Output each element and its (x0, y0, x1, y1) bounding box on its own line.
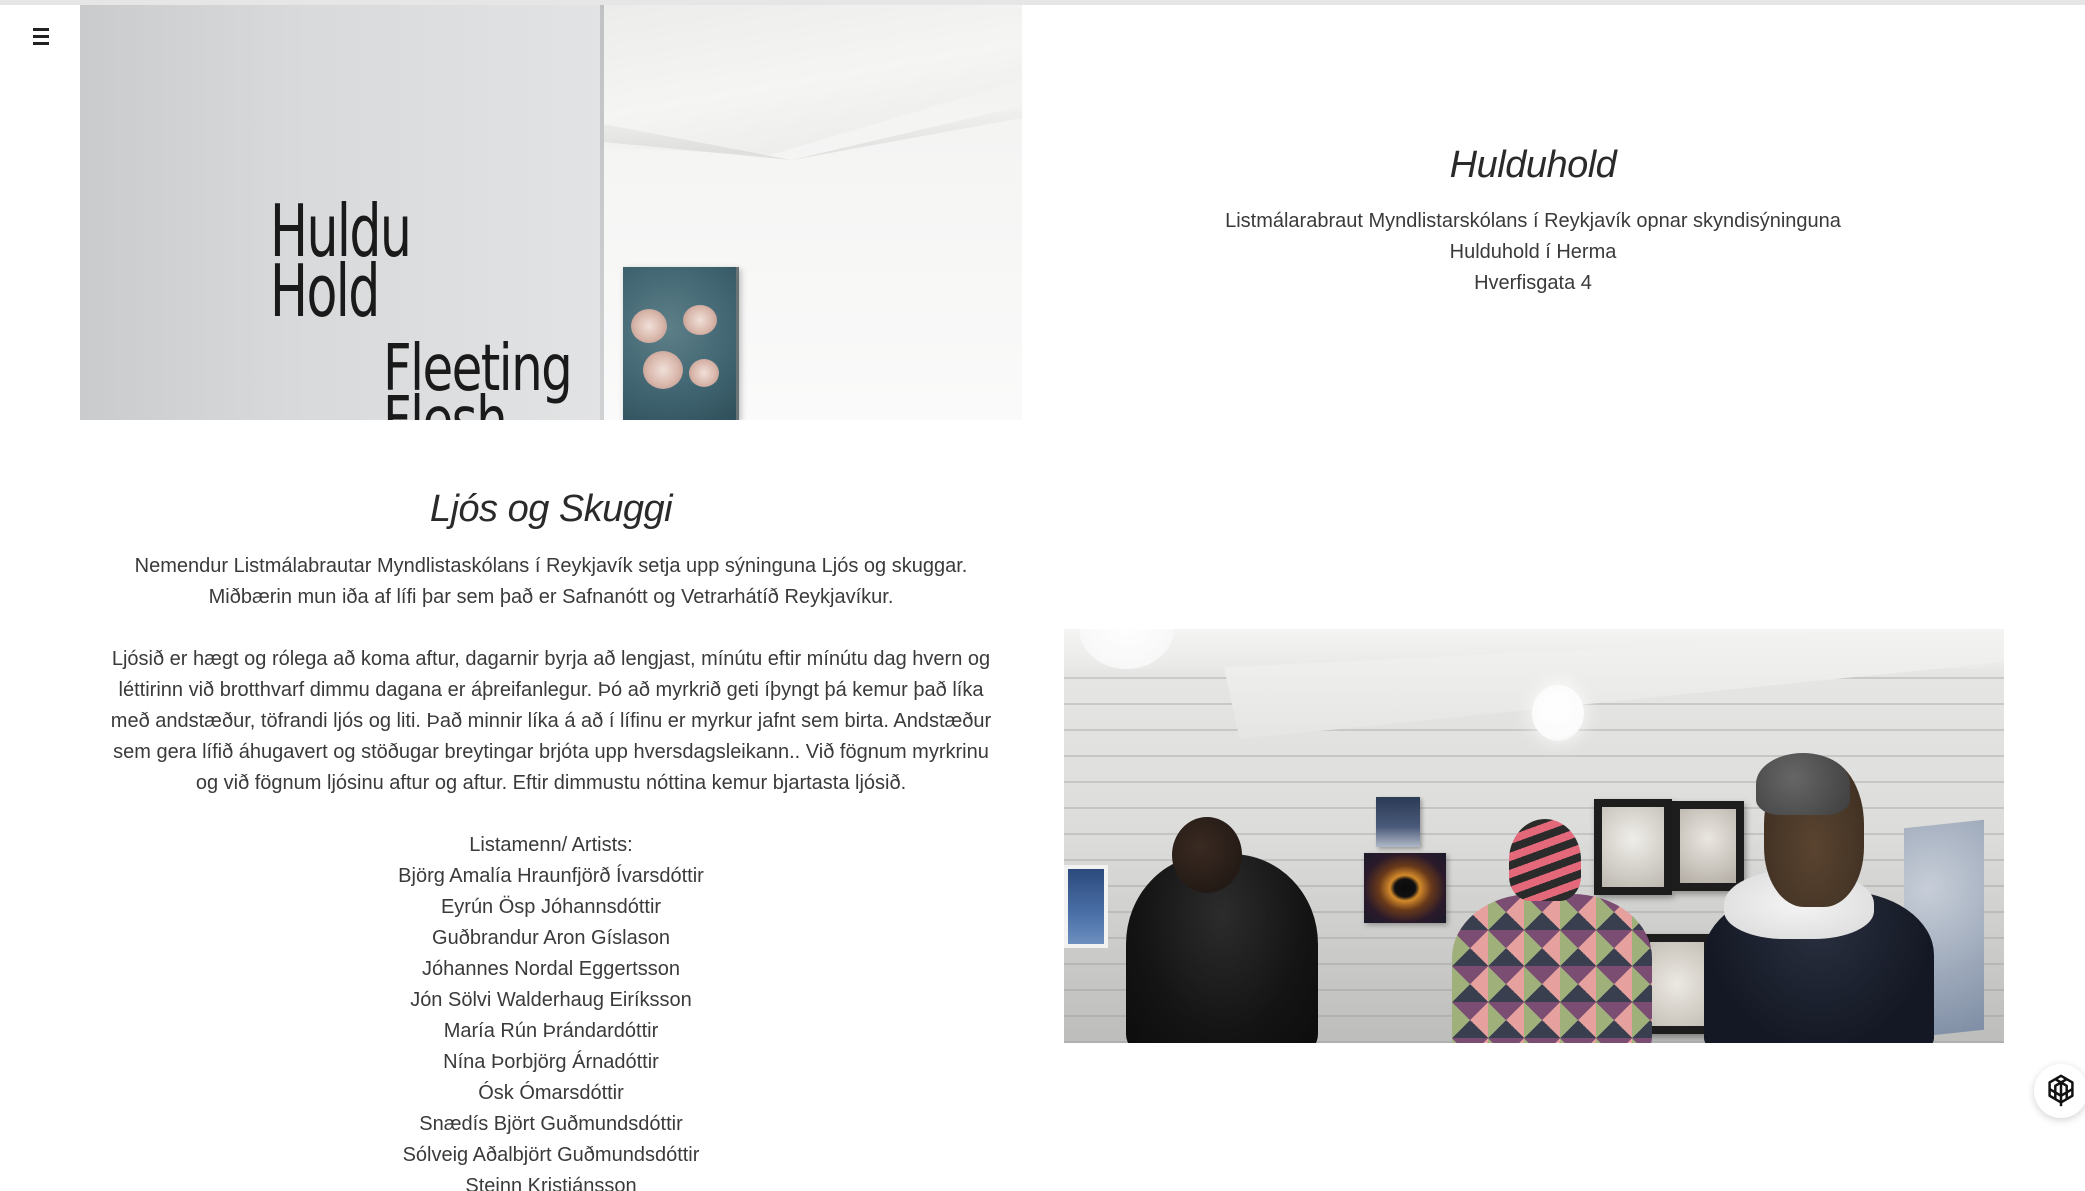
body-line: léttirinn við brotthvarf dimmu dagana er… (118, 679, 984, 701)
wall-title-text: Huldu Hold (270, 195, 412, 327)
page: Huldu Hold Fleeting Flesh Hulduhold List… (0, 0, 2085, 1191)
artist-name: Jóhannes Nordal Eggertsson (422, 958, 680, 980)
photo-visitor-head (1172, 817, 1242, 893)
photo-artwork (1364, 853, 1446, 923)
body-line: og við fögnum ljósinu aftur og aftur. Ef… (195, 772, 907, 794)
intro-line: Nemendur Listmálabrautar Myndlistaskólan… (134, 555, 968, 577)
section1-line: Hulduhold í Herma (1449, 241, 1617, 263)
photo-painting (623, 267, 739, 420)
assistant-knot-icon-graphic (2048, 1074, 2074, 1107)
section1-line: Hverfisgata 4 (1474, 272, 1592, 294)
hulduhold-exhibition-photo: Huldu Hold Fleeting Flesh (80, 5, 1022, 420)
section1-description: Listmálarabraut Myndlistarskólans í Reyk… (1053, 206, 2013, 299)
artist-name: Jón Sölvi Walderhaug Eiríksson (410, 989, 692, 1011)
photo-wall-corner (600, 5, 604, 420)
artist-name: Eyrún Ösp Jóhannsdóttir (440, 896, 662, 918)
body-line: Ljósið er hægt og rólega að koma aftur, … (111, 648, 991, 670)
section2-content: Nemendur Listmálabrautar Myndlistaskólan… (80, 551, 1022, 1191)
menu-bar (33, 34, 49, 38)
photo-artwork (1064, 865, 1108, 948)
photo-visitor (1452, 894, 1652, 1043)
ljos-og-skuggi-exhibition-photo (1064, 629, 2004, 1043)
menu-bar (33, 41, 49, 45)
intro-line: Miðbærin mun iða af lífi þar sem það er … (208, 586, 894, 608)
artist-name: María Rún Þrándardóttir (443, 1020, 659, 1042)
photo-framed-artwork (1672, 801, 1744, 891)
artist-name: Björg Amalía Hraunfjörð Ívarsdóttir (398, 865, 704, 887)
photo-lamp (1532, 685, 1584, 741)
section2-title: Ljós og Skuggi (429, 488, 673, 530)
assistant-knot-icon[interactable] (2034, 1064, 2085, 1118)
artist-name: Steinn Kristjánsson (465, 1175, 637, 1191)
artist-name: Guðbrandur Aron Gíslason (432, 927, 670, 949)
artist-name: Snædís Björt Guðmundsdóttir (419, 1113, 683, 1135)
body-line: sem gera lífið áhugavert og stöðugar bre… (113, 741, 989, 763)
photo-framed-artwork (1642, 934, 1712, 1034)
wall-subtitle-text: Fleeting Flesh (383, 337, 573, 420)
section1-line: Listmálarabraut Myndlistarskólans í Reyk… (1225, 210, 1841, 232)
section1-title: Hulduhold (1449, 144, 1617, 186)
photo-framed-artwork (1594, 799, 1672, 895)
menu-bar (33, 27, 49, 31)
photo-visitor-hat (1509, 819, 1581, 901)
artist-name: Sólveig Aðalbjört Guðmundsdóttir (402, 1144, 700, 1166)
artist-name: Nína Þorbjörg Árnadóttir (443, 1051, 659, 1073)
photo-visitor-cap (1756, 753, 1850, 815)
hamburger-menu-icon[interactable] (28, 24, 54, 48)
body-line: með andstæður, töfrandi ljós og liti. Þa… (110, 710, 992, 732)
artists-heading: Listamenn/ Artists: (469, 834, 633, 856)
artist-name: Ósk Ómarsdóttir (478, 1082, 624, 1104)
photo-artwork (1376, 797, 1420, 847)
